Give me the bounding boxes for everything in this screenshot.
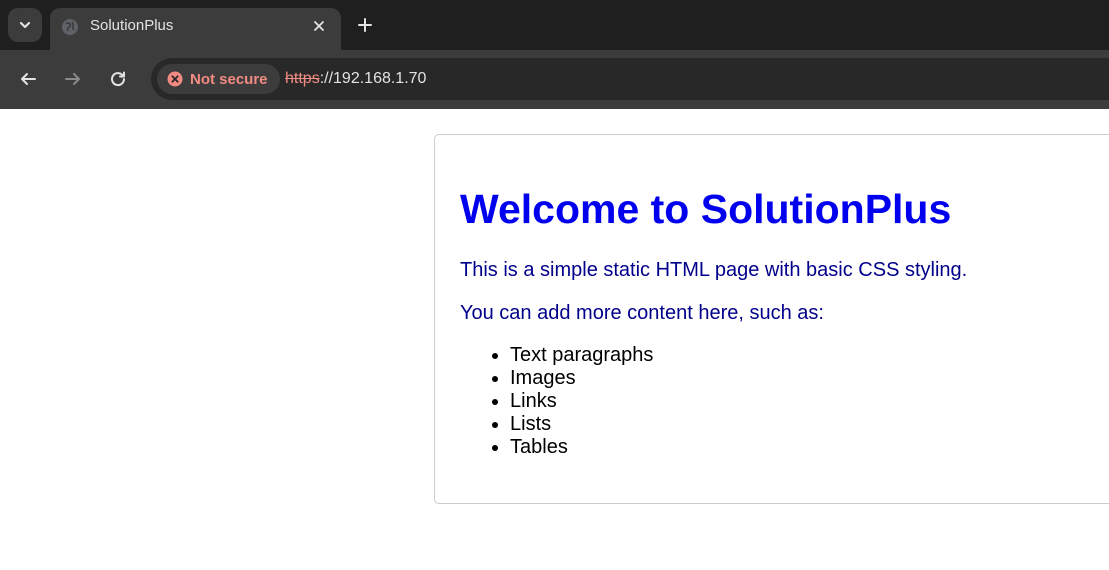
forward-button[interactable] bbox=[61, 67, 85, 91]
page-viewport: Welcome to SolutionPlus This is a simple… bbox=[0, 109, 1109, 570]
address-bar[interactable]: Not secure https://192.168.1.70 bbox=[151, 58, 1109, 100]
security-chip[interactable]: Not secure bbox=[157, 64, 280, 94]
tab-strip: SolutionPlus bbox=[0, 0, 1109, 50]
forward-arrow-icon bbox=[65, 73, 80, 85]
new-tab-button[interactable] bbox=[353, 13, 377, 37]
list-item: Text paragraphs bbox=[510, 344, 653, 367]
list-item: Lists bbox=[510, 413, 653, 436]
reload-icon bbox=[111, 71, 126, 87]
url-host: ://192.168.1.70 bbox=[319, 70, 427, 87]
list-item: Images bbox=[510, 367, 653, 390]
close-icon bbox=[314, 21, 324, 31]
intro-paragraph: This is a simple static HTML page with b… bbox=[460, 259, 968, 281]
list-item: Tables bbox=[510, 436, 653, 459]
tab-close-button[interactable] bbox=[309, 16, 329, 36]
content-list: Text paragraphs Images Links Lists Table… bbox=[460, 344, 653, 459]
warning-circle-icon bbox=[167, 71, 183, 87]
back-button[interactable] bbox=[16, 67, 40, 91]
tab-search-button[interactable] bbox=[8, 8, 42, 42]
list-item: Links bbox=[510, 390, 653, 413]
content-paragraph: You can add more content here, such as: bbox=[460, 302, 824, 324]
chevron-down-icon bbox=[19, 21, 31, 29]
tab-active[interactable]: SolutionPlus bbox=[50, 8, 341, 50]
reload-button[interactable] bbox=[106, 67, 130, 91]
page-title: Welcome to SolutionPlus bbox=[460, 186, 952, 232]
back-arrow-icon bbox=[21, 73, 36, 85]
security-label: Not secure bbox=[190, 70, 268, 88]
content-container: Welcome to SolutionPlus This is a simple… bbox=[434, 134, 1109, 504]
globe-icon bbox=[62, 19, 78, 35]
url-text[interactable]: https://192.168.1.70 bbox=[285, 70, 426, 88]
browser-toolbar: Not secure https://192.168.1.70 bbox=[0, 50, 1109, 109]
plus-icon bbox=[358, 18, 372, 32]
tab-title: SolutionPlus bbox=[90, 17, 174, 34]
url-scheme: https bbox=[285, 70, 320, 87]
